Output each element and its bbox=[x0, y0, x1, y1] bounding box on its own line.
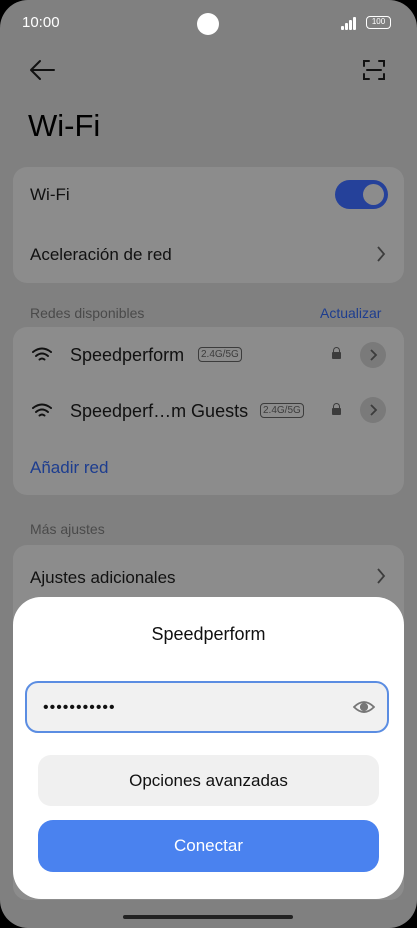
dialog-title: Speedperform bbox=[151, 624, 266, 644]
scan-icon[interactable] bbox=[362, 58, 386, 82]
wifi-label: Wi-Fi bbox=[30, 185, 70, 204]
advanced-options-button[interactable]: Opciones avanzadas bbox=[38, 755, 379, 806]
lock-icon bbox=[332, 403, 341, 415]
page-title: Wi-Fi bbox=[28, 108, 101, 143]
refresh-link[interactable]: Actualizar bbox=[320, 305, 381, 321]
network-acceleration-item[interactable]: Aceleración de red bbox=[30, 245, 172, 265]
back-arrow-icon[interactable] bbox=[28, 58, 56, 82]
network-details-button[interactable] bbox=[360, 397, 386, 423]
status-time: 10:00 bbox=[22, 14, 60, 31]
battery-icon: 100 bbox=[366, 16, 391, 29]
settings-screen: 10:00 100 Wi-Fi Wi-Fi Aceleración de red… bbox=[0, 0, 417, 928]
chevron-right-icon bbox=[376, 568, 386, 589]
network-details-button[interactable] bbox=[360, 342, 386, 368]
more-settings-heading: Más ajustes bbox=[30, 521, 105, 537]
band-badge: 2.4G/5G bbox=[198, 347, 242, 362]
camera-cutout bbox=[197, 13, 219, 35]
status-bar: 10:00 100 bbox=[0, 0, 417, 48]
password-field[interactable] bbox=[25, 681, 389, 733]
connect-button[interactable]: Conectar bbox=[38, 820, 379, 872]
password-dialog: Speedperform Opciones avanzadas Conectar bbox=[13, 597, 404, 899]
wifi-icon bbox=[31, 402, 53, 424]
add-network-link[interactable]: Añadir red bbox=[30, 458, 108, 478]
password-input[interactable] bbox=[41, 683, 335, 733]
wifi-toggle[interactable] bbox=[335, 180, 388, 209]
available-networks-heading: Redes disponibles bbox=[30, 305, 145, 321]
network-name: Speedperform bbox=[70, 345, 185, 365]
band-badge: 2.4G/5G bbox=[260, 403, 304, 418]
lock-icon bbox=[332, 347, 341, 359]
wifi-icon bbox=[31, 346, 53, 368]
home-indicator[interactable] bbox=[123, 915, 293, 919]
eye-icon[interactable] bbox=[352, 698, 376, 721]
network-name: Speedperf…m Guests bbox=[70, 401, 249, 421]
additional-settings-item[interactable]: Ajustes adicionales bbox=[30, 568, 176, 588]
signal-icon bbox=[341, 16, 361, 30]
toggle-knob bbox=[363, 184, 384, 205]
chevron-right-icon bbox=[376, 246, 386, 267]
